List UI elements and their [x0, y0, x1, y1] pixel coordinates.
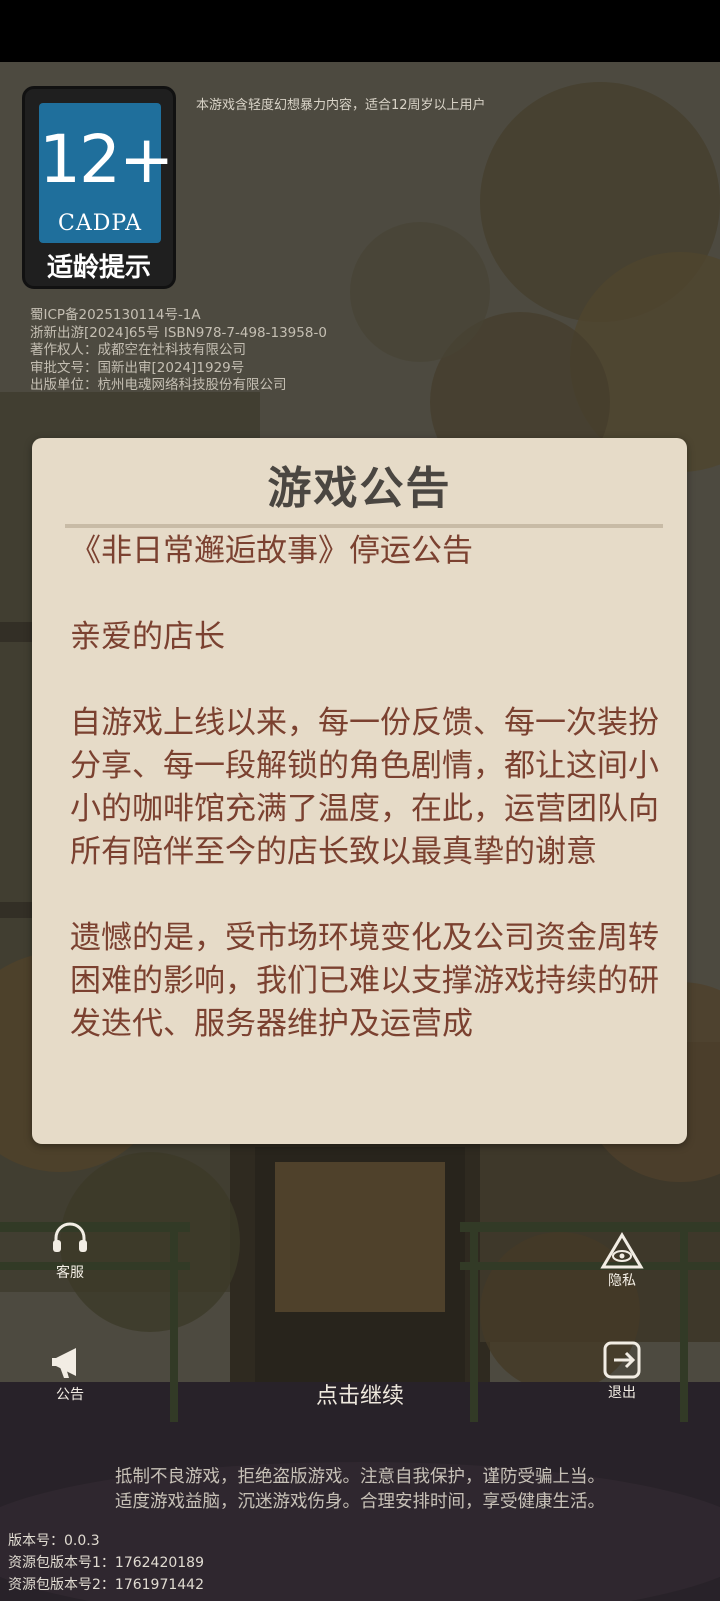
legal-line: 浙新出游[2024]65号 ISBN978-7-498-13958-0 — [30, 324, 327, 341]
age-content-notice: 本游戏含轻度幻想暴力内容，适合12周岁以上用户 — [196, 98, 486, 113]
legal-line: 蜀ICP备2025130114号-1A — [30, 307, 201, 323]
announcement-greeting: 亲爱的店长 — [70, 619, 225, 655]
version-line: 资源包版本号1：1762420189 — [8, 1555, 204, 1571]
announcement-paragraph: 自游戏上线以来，每一份反馈、每一次装扮分享、每一段解锁的角色剧情，都让这间小小的… — [70, 705, 659, 870]
health-notice-line: 适度游戏益脑，沉迷游戏伤身。合理安排时间，享受健康生活。 — [115, 1492, 605, 1512]
exit-icon — [603, 1341, 641, 1379]
dialog-divider — [65, 524, 663, 528]
eye-triangle-icon — [600, 1232, 644, 1269]
version-line: 版本号：0.0.3 — [8, 1533, 100, 1549]
status-bar — [0, 0, 720, 62]
health-notice-line: 抵制不良游戏，拒绝盗版游戏。注意自我保护，谨防受骗上当。 — [115, 1467, 605, 1487]
headset-icon — [53, 1222, 87, 1252]
legal-info: 蜀ICP备2025130114号-1A 浙新出游[2024]65号 ISBN97… — [30, 307, 327, 395]
age-rating-label: 适龄提示 — [46, 253, 151, 283]
age-rating-badge: 12+ CADPA 适龄提示 — [22, 86, 176, 289]
privacy-button[interactable]: 隐私 — [592, 1232, 652, 1290]
privacy-label: 隐私 — [608, 1273, 636, 1289]
announcement-heading: 《非日常邂逅故事》停运公告 — [70, 533, 473, 569]
legal-line: 审批文号：国新出审[2024]1929号 — [30, 359, 245, 376]
age-rating-org: CADPA — [57, 211, 143, 236]
announcement-body[interactable]: 《非日常邂逅故事》停运公告 亲爱的店长 自游戏上线以来，每一份反馈、每一次装扮分… — [70, 530, 660, 1130]
legal-line: 出版单位：杭州电魂网络科技股份有限公司 — [30, 377, 287, 393]
legal-line: 著作权人：成都空在社科技有限公司 — [30, 342, 246, 358]
dialog-title: 游戏公告 — [267, 463, 452, 514]
tap-to-continue[interactable]: 点击继续 — [0, 1378, 720, 1410]
announcement-dialog[interactable]: 游戏公告 《非日常邂逅故事》停运公告 亲爱的店长 自游戏上线以来，每一份反馈、每… — [32, 438, 687, 1144]
customer-service-label: 客服 — [56, 1265, 84, 1281]
age-rating-number: 12+ — [39, 121, 174, 198]
announcement-paragraph: 遗憾的是，受市场环境变化及公司资金周转困难的影响，我们已难以支撑游戏持续的研发迭… — [70, 920, 659, 1042]
version-info: 版本号：0.0.3 资源包版本号1：1762420189 资源包版本号2：176… — [8, 1530, 204, 1596]
version-line: 资源包版本号2：1761971442 — [8, 1577, 204, 1593]
age-rating-box: 12+ CADPA — [39, 103, 174, 243]
customer-service-button[interactable]: 客服 — [40, 1218, 100, 1282]
health-notice: 抵制不良游戏，拒绝盗版游戏。注意自我保护，谨防受骗上当。 适度游戏益脑，沉迷游戏… — [0, 1465, 720, 1515]
